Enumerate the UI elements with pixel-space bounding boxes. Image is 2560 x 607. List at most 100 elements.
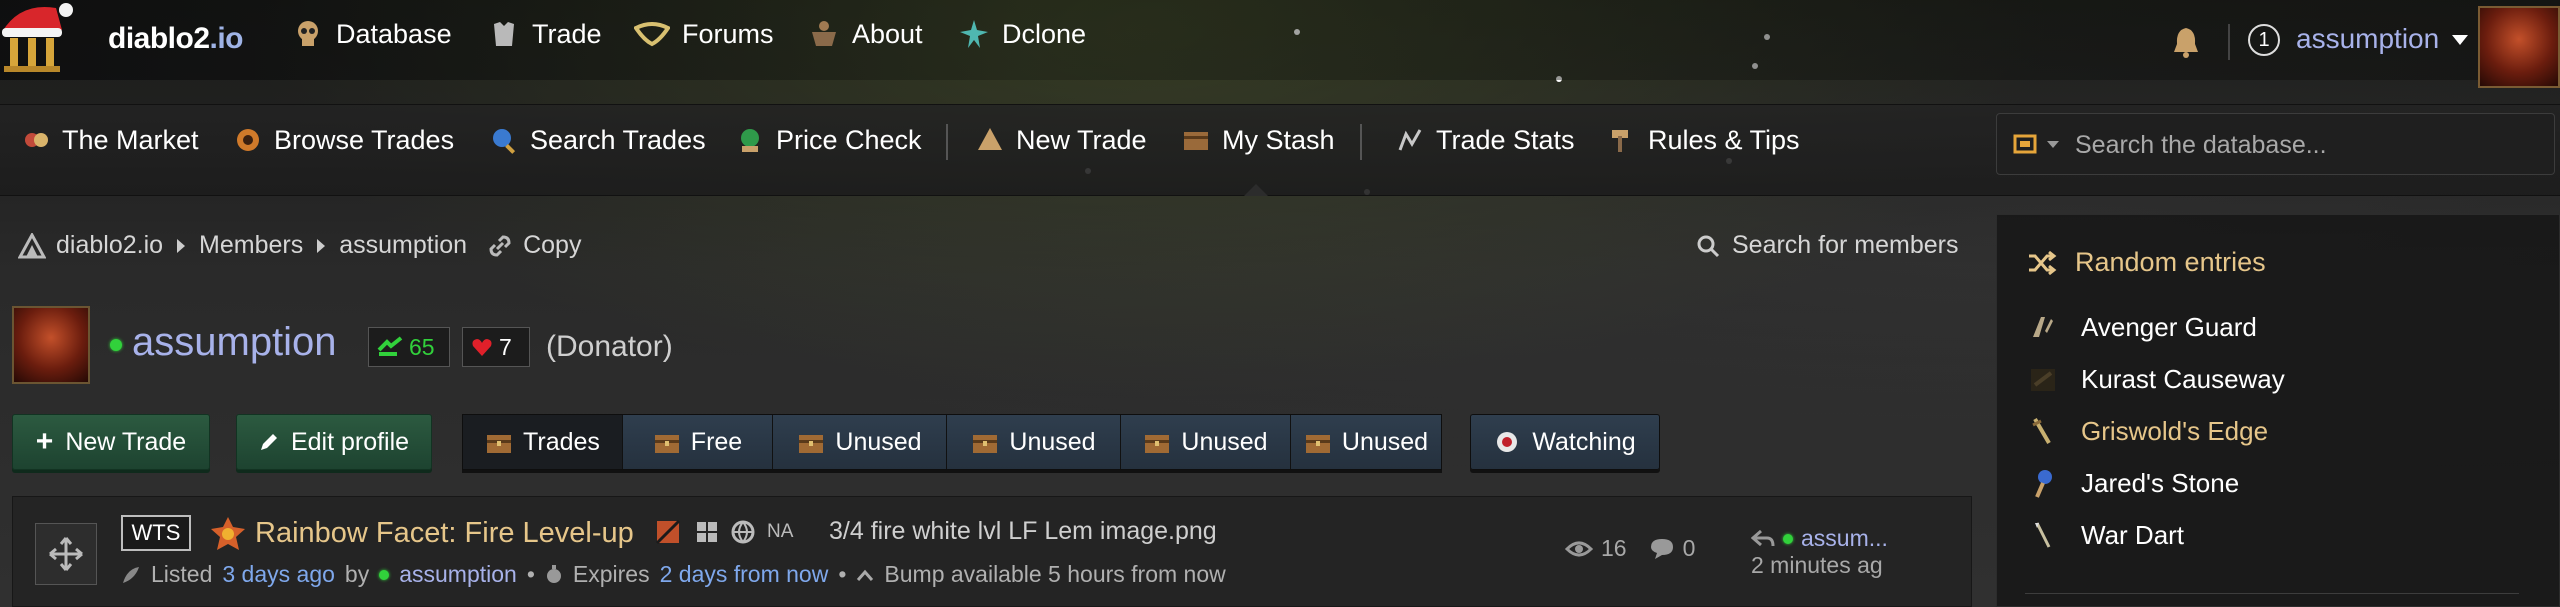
caret-right-icon: [317, 238, 326, 253]
trade-rep-count: 65: [409, 333, 435, 360]
last-reply-time[interactable]: 2 minutes ag: [1751, 552, 1888, 579]
last-reply-user[interactable]: assum...: [1801, 525, 1888, 552]
likes-badge[interactable]: 7: [462, 327, 530, 367]
new-trade-button[interactable]: + New Trade: [12, 414, 210, 470]
tab-free[interactable]: Free: [623, 415, 773, 469]
top-nav-trade[interactable]: Trade: [488, 18, 602, 50]
top-nav-about[interactable]: About: [808, 18, 923, 50]
top-nav-database[interactable]: Database: [292, 18, 452, 50]
listed-time[interactable]: 3 days ago: [222, 561, 335, 588]
subnav-browse-trades[interactable]: Browse Trades: [232, 124, 454, 156]
expires-time[interactable]: 2 days from now: [660, 561, 829, 588]
subnav-label: Search Trades: [530, 124, 706, 155]
top-nav-dclone[interactable]: Dclone: [958, 18, 1086, 50]
meta-separator: •: [526, 561, 535, 587]
bump-status: Bump available 5 hours from now: [884, 561, 1226, 587]
bell-icon[interactable]: [2170, 24, 2202, 60]
random-entry-item[interactable]: Kurast Causeway: [2027, 363, 2285, 395]
trade-listing-row[interactable]: WTS Rainbow Facet: Fire Level-up NA 3/4 …: [12, 496, 1972, 607]
feather-icon: [123, 566, 139, 583]
listing-meta: Listed 3 days ago by assumption • Expire…: [121, 561, 1226, 588]
no-ladder-icon: [655, 519, 681, 545]
random-entry-item[interactable]: Jared's Stone: [2027, 467, 2239, 499]
site-brand[interactable]: diablo2.io: [108, 22, 244, 56]
subnav-new-trade[interactable]: New Trade: [974, 124, 1147, 156]
subnav-trade-stats[interactable]: Trade Stats: [1394, 124, 1575, 156]
entry-label: War Dart: [2081, 519, 2185, 550]
chevron-down-icon[interactable]: [2452, 35, 2468, 45]
tab-unused-3[interactable]: Unused: [1121, 415, 1291, 469]
listing-flags: NA: [653, 517, 793, 547]
tab-trades[interactable]: Trades: [463, 415, 623, 469]
subnav-label: Price Check: [776, 124, 922, 155]
database-search: [1996, 113, 2555, 176]
comment-count: 0: [1682, 535, 1696, 561]
subnav-the-market[interactable]: The Market: [20, 124, 199, 156]
plus-icon: +: [35, 425, 54, 458]
chest-icon: [973, 435, 998, 453]
random-entries-panel: Random entries Avenger Guard Kurast Caus…: [1996, 214, 2560, 607]
trade-rep-icon: [377, 336, 403, 356]
trade-rep-badge[interactable]: 65: [368, 327, 450, 367]
tab-unused-2[interactable]: Unused: [947, 415, 1121, 469]
subnav-label: Trade Stats: [1436, 124, 1575, 155]
button-label: Watching: [1532, 427, 1636, 456]
reply-icon: [1751, 529, 1775, 546]
edit-profile-button[interactable]: Edit profile: [236, 414, 432, 470]
tab-label: Unused: [835, 427, 922, 456]
meta-separator: •: [838, 561, 847, 587]
item-image[interactable]: [35, 523, 97, 585]
site-logo-icon[interactable]: [0, 0, 100, 75]
active-nav-pointer: [1244, 184, 1268, 196]
subnav-price-check[interactable]: Price Check: [734, 124, 922, 156]
search-members-label: Search for members: [1732, 231, 1959, 259]
seller-link[interactable]: assumption: [399, 561, 517, 588]
random-entry-item[interactable]: Avenger Guard: [2027, 311, 2257, 343]
random-entries-heading: Random entries: [2027, 247, 2266, 278]
nav-label: Trade: [532, 18, 602, 49]
entry-label: Avenger Guard: [2081, 311, 2257, 342]
entry-label: Kurast Causeway: [2081, 363, 2285, 394]
user-menu-username[interactable]: assumption: [2296, 23, 2439, 55]
chest-icon: [799, 435, 824, 453]
top-nav-forums[interactable]: Forums: [634, 18, 774, 50]
listing-description: 3/4 fire white lvl LF Lem image.png: [829, 517, 1217, 545]
subnav-rules-tips[interactable]: Rules & Tips: [1606, 124, 1800, 156]
notification-count-badge[interactable]: 1: [2248, 24, 2280, 56]
random-entry-item[interactable]: War Dart: [2027, 519, 2184, 551]
chevron-down-icon: [2047, 140, 2059, 148]
search-icon: [1697, 235, 1720, 257]
expires-label: Expires: [572, 561, 650, 587]
copy-link[interactable]: Copy: [523, 231, 581, 260]
search-category-dropdown[interactable]: [2011, 130, 2059, 158]
listed-label: Listed: [151, 561, 213, 587]
pencil-icon: [260, 434, 277, 450]
subnav-search-trades[interactable]: Search Trades: [488, 124, 706, 156]
watching-button[interactable]: Watching: [1470, 414, 1660, 470]
shuffle-icon: [2029, 250, 2057, 275]
war-dart-icon: [2035, 522, 2051, 548]
move-arrows-icon: [49, 537, 83, 571]
breadcrumb-current[interactable]: assumption: [339, 231, 467, 260]
comment-icon: [1650, 538, 1673, 559]
breadcrumb-home[interactable]: diablo2.io: [56, 231, 163, 260]
item-name-link[interactable]: Rainbow Facet: Fire Level-up: [255, 517, 634, 550]
breadcrumb-members[interactable]: Members: [199, 231, 303, 260]
subnav-label: Rules & Tips: [1648, 124, 1800, 155]
search-input[interactable]: [2073, 114, 2547, 176]
tab-unused-1[interactable]: Unused: [773, 415, 947, 469]
search-members-link[interactable]: Search for members: [1696, 231, 1958, 260]
jewel-icon: [211, 517, 245, 550]
divider: [1360, 124, 1362, 160]
avenger-guard-icon: [2033, 317, 2053, 337]
spirit-icon: [960, 20, 988, 48]
new-trade-icon: [978, 128, 1002, 150]
browse-icon: [237, 129, 259, 151]
random-entry-item[interactable]: Griswold's Edge: [2027, 415, 2268, 447]
subnav-label: New Trade: [1016, 124, 1147, 155]
user-avatar[interactable]: [2478, 6, 2560, 88]
chest-icon: [654, 435, 679, 453]
subnav-my-stash[interactable]: My Stash: [1180, 124, 1335, 156]
tab-unused-4[interactable]: Unused: [1291, 415, 1441, 469]
jareds-stone-icon: [2035, 470, 2052, 498]
